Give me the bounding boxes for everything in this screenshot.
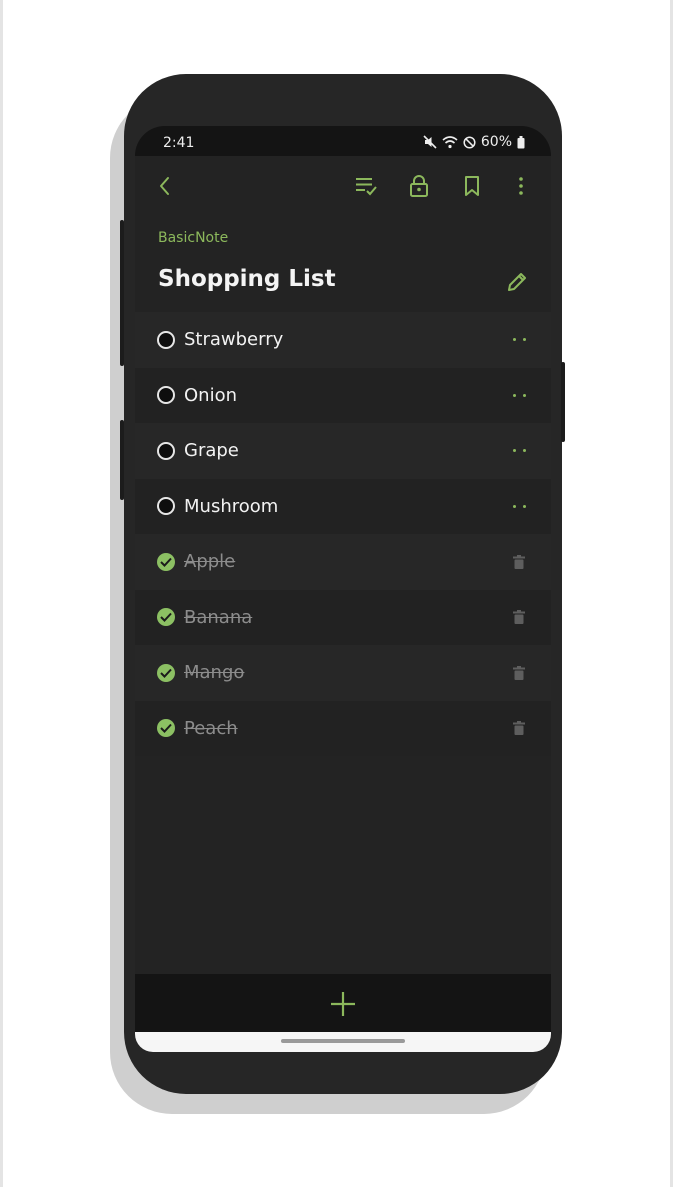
note-title: Shopping List xyxy=(158,266,336,292)
drag-handle-icon xyxy=(512,393,526,397)
home-indicator[interactable] xyxy=(281,1039,405,1043)
status-bar: 2:41 60% xyxy=(135,126,551,156)
item-label[interactable]: Apple xyxy=(184,551,235,572)
dnd-icon xyxy=(463,135,476,149)
checklist: Strawberry Onion Grape Mushroom Apple Banana M… xyxy=(135,312,551,756)
add-item-button[interactable] xyxy=(328,989,358,1019)
page-edge-left xyxy=(0,0,3,1187)
side-button-left-1 xyxy=(120,220,124,366)
trash-icon xyxy=(513,665,525,680)
checkbox-unchecked[interactable] xyxy=(157,441,175,460)
drag-handle-icon xyxy=(512,449,526,453)
checkmark-icon xyxy=(160,724,172,734)
drag-handle[interactable] xyxy=(507,328,531,352)
app-name-label: BasicNote xyxy=(158,230,229,246)
checkbox-unchecked[interactable] xyxy=(157,330,175,349)
back-button[interactable] xyxy=(149,170,181,202)
more-vert-icon xyxy=(519,177,523,195)
drag-handle[interactable] xyxy=(507,439,531,463)
drag-handle[interactable] xyxy=(507,383,531,407)
delete-item-button[interactable] xyxy=(507,661,531,685)
pencil-icon xyxy=(508,273,526,291)
status-time: 2:41 xyxy=(163,135,195,151)
toolbar xyxy=(135,156,551,216)
checklist-sort-button[interactable] xyxy=(350,170,382,202)
item-label[interactable]: Mango xyxy=(184,662,244,683)
trash-icon xyxy=(513,721,525,736)
item-label[interactable]: Strawberry xyxy=(184,329,283,350)
side-button-left-2 xyxy=(120,420,124,500)
checkbox-checked[interactable] xyxy=(157,663,175,682)
delete-item-button[interactable] xyxy=(507,716,531,740)
title-row: Shopping List xyxy=(135,260,551,304)
checklist-sort-icon xyxy=(356,178,377,196)
checked-list-item[interactable]: Mango xyxy=(135,645,551,701)
item-label[interactable]: Banana xyxy=(184,607,252,628)
battery-level: 60% xyxy=(480,134,512,150)
checkbox-checked[interactable] xyxy=(157,552,175,571)
plus-icon xyxy=(331,992,355,1016)
checkmark-icon xyxy=(160,613,172,623)
item-label[interactable]: Peach xyxy=(184,718,238,739)
app-screen: 2:41 60% BasicNote Shopping List Strawbe… xyxy=(135,126,551,1052)
lock-button[interactable] xyxy=(403,170,435,202)
bookmark-button[interactable] xyxy=(456,170,488,202)
delete-item-button[interactable] xyxy=(507,550,531,574)
checkbox-checked[interactable] xyxy=(157,719,175,738)
delete-item-button[interactable] xyxy=(507,605,531,629)
lock-icon xyxy=(410,175,428,197)
item-label[interactable]: Mushroom xyxy=(184,496,278,517)
list-item[interactable]: Onion xyxy=(135,367,551,423)
more-options-button[interactable] xyxy=(505,170,537,202)
checked-list-item[interactable]: Banana xyxy=(135,589,551,645)
bookmark-icon xyxy=(465,176,479,196)
checked-list-item[interactable]: Apple xyxy=(135,534,551,590)
checked-list-item[interactable]: Peach xyxy=(135,700,551,756)
checkmark-icon xyxy=(160,668,172,678)
trash-icon xyxy=(513,610,525,625)
battery-icon xyxy=(517,135,525,148)
checkbox-unchecked[interactable] xyxy=(157,386,175,405)
drag-handle-icon xyxy=(512,338,526,342)
list-item[interactable]: Mushroom xyxy=(135,478,551,534)
back-icon xyxy=(160,177,169,195)
drag-handle[interactable] xyxy=(507,494,531,518)
bottom-bar xyxy=(135,974,551,1032)
checkmark-icon xyxy=(160,557,172,567)
wifi-icon xyxy=(442,136,458,149)
status-icons: 60% xyxy=(423,134,525,150)
drag-handle-icon xyxy=(512,504,526,508)
trash-icon xyxy=(513,554,525,569)
list-item[interactable]: Strawberry xyxy=(135,312,551,368)
checkbox-unchecked[interactable] xyxy=(157,497,175,516)
checkbox-checked[interactable] xyxy=(157,608,175,627)
item-label[interactable]: Grape xyxy=(184,440,239,461)
edit-title-button[interactable] xyxy=(503,268,531,296)
mute-icon xyxy=(423,135,437,149)
list-item[interactable]: Grape xyxy=(135,423,551,479)
side-button-right xyxy=(561,362,565,442)
item-label[interactable]: Onion xyxy=(184,385,237,406)
gesture-nav-area xyxy=(135,1032,551,1052)
